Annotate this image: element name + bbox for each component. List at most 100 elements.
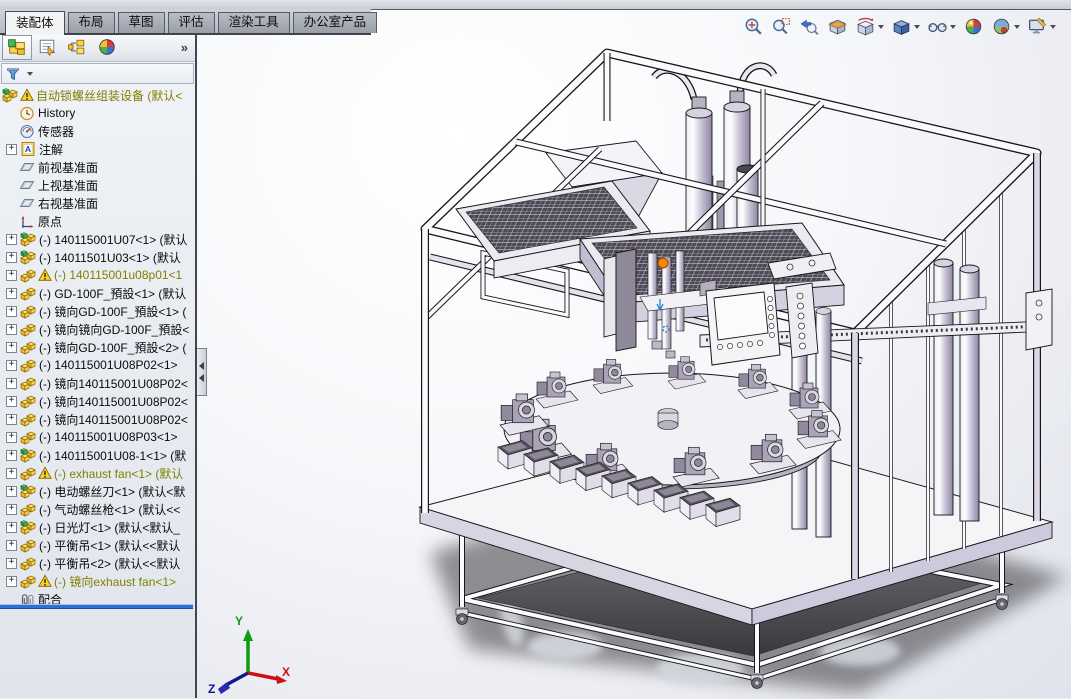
machine-3d-model[interactable] <box>197 10 1071 699</box>
tree-item-label: 自动锁螺丝组装设备 (默认< <box>36 87 182 104</box>
tree-item-comp-balancer-1[interactable]: + (-) 平衡吊<1> (默认<<默认 <box>0 536 195 554</box>
expand-icon[interactable]: + <box>6 432 17 443</box>
tab-office-products[interactable]: 办公室产品 <box>293 12 378 33</box>
asm-icon <box>20 321 36 337</box>
expand-icon[interactable]: + <box>6 522 17 533</box>
feature-tree: 自动锁螺丝组装设备 (默认< History 传感器+注解前视基准面上视基准面右视基… <box>0 84 195 608</box>
warning-icon <box>38 574 52 588</box>
expand-icon[interactable]: + <box>6 144 17 155</box>
dropdown-caret-icon[interactable] <box>950 25 956 29</box>
previous-view-button[interactable] <box>798 15 821 38</box>
edit-appearance-button[interactable] <box>962 15 985 38</box>
expand-icon[interactable]: + <box>6 234 17 245</box>
graphics-viewport[interactable]: Y X Z <box>197 9 1071 698</box>
tree-filter-bar[interactable] <box>1 63 194 84</box>
expand-icon[interactable]: + <box>6 324 17 335</box>
tree-item-top-plane[interactable]: 上视基准面 <box>0 176 195 194</box>
manager-tabs-overflow-button[interactable]: » <box>181 40 193 55</box>
tree-item-label: (-) 140115001U08-1<1> (默 <box>39 447 186 464</box>
tree-item-label: (-) 平衡吊<1> (默认<<默认 <box>39 537 180 554</box>
zoom-to-fit-button[interactable] <box>742 15 765 38</box>
tree-item-label: (-) 气动螺丝枪<1> (默认<< <box>39 501 180 518</box>
tree-item-comp-140115001u08p02[interactable]: +(-) 140115001U08P02<1> <box>0 356 195 374</box>
view-orientation-icon <box>855 16 876 37</box>
tab-assembly[interactable]: 装配体 <box>5 11 65 35</box>
tree-item-comp-fluorescent-lamp[interactable]: +(-) 日光灯<1> (默认<默认_ <box>0 518 195 536</box>
filter-caret-icon[interactable] <box>27 72 33 76</box>
tree-item-comp-140115001u08p03[interactable]: +(-) 140115001U08P03<1> <box>0 428 195 446</box>
tree-item-annotations[interactable]: +注解 <box>0 140 195 158</box>
expand-icon[interactable]: + <box>6 540 17 551</box>
expand-icon[interactable]: + <box>6 288 17 299</box>
expand-icon[interactable]: + <box>6 360 17 371</box>
dropdown-caret-icon[interactable] <box>1050 25 1056 29</box>
manager-tab-displaymanager[interactable] <box>92 35 122 60</box>
section-view-button[interactable] <box>826 15 849 38</box>
dropdown-caret-icon[interactable] <box>914 25 920 29</box>
tree-item-history[interactable]: History <box>0 104 195 122</box>
tree-item-label: History <box>38 106 75 120</box>
tree-item-comp-mirror-gd-100f-1[interactable]: +(-) 镜向GD-100F_預設<1> ( <box>0 302 195 320</box>
tree-item-comp-mirror-exhaust-fan[interactable]: + (-) 镜向exhaust fan<1> <box>0 572 195 590</box>
rollback-bar[interactable] <box>0 604 193 609</box>
view-orientation-button[interactable] <box>854 15 885 38</box>
tree-item-comp-gd-100f-1[interactable]: +(-) GD-100F_預設<1> (默认 <box>0 284 195 302</box>
expand-icon[interactable]: + <box>6 378 17 389</box>
hide-show-items-button[interactable] <box>926 15 957 38</box>
tab-sketch[interactable]: 草图 <box>118 12 165 33</box>
tab-layout[interactable]: 布局 <box>68 12 115 33</box>
view-settings-button[interactable] <box>1026 15 1057 38</box>
dropdown-caret-icon[interactable] <box>1014 25 1020 29</box>
display-style-button[interactable] <box>890 15 921 38</box>
propertymanager-icon <box>38 38 56 56</box>
expand-icon[interactable]: + <box>6 306 17 317</box>
tree-item-comp-140115001u07[interactable]: +(-) 140115001U07<1> (默认 <box>0 230 195 248</box>
expand-icon[interactable]: + <box>6 576 17 587</box>
manager-tab-featuremanager-tree[interactable] <box>2 35 32 60</box>
control-panel <box>700 280 818 365</box>
zoom-to-area-button[interactable] <box>770 15 793 38</box>
tab-render-tools[interactable]: 渲染工具 <box>218 12 290 33</box>
tab-evaluate[interactable]: 评估 <box>168 12 215 33</box>
tree-item-comp-140115001u08-1[interactable]: + (-) 140115001U08-1<1> (默 <box>0 446 195 464</box>
tree-item-label: (-) 镜向exhaust fan<1> <box>54 573 176 590</box>
tree-item-front-plane[interactable]: 前视基准面 <box>0 158 195 176</box>
expand-icon[interactable]: + <box>6 342 17 353</box>
tree-item-comp-mirror-mirror-gd-100f[interactable]: +(-) 镜向镜向GD-100F_預設< <box>0 320 195 338</box>
expand-icon[interactable]: + <box>6 486 17 497</box>
dropdown-caret-icon[interactable] <box>878 25 884 29</box>
tree-item-label: (-) 镜向GD-100F_預設<2> ( <box>39 339 186 356</box>
tree-item-comp-mirror-gd-100f-2[interactable]: + (-) 镜向GD-100F_預設<2> ( <box>0 338 195 356</box>
tree-item-right-plane[interactable]: 右视基准面 <box>0 194 195 212</box>
asm-g-icon <box>2 87 18 103</box>
tree-item-comp-mirror-u08p02-c[interactable]: +(-) 镜向140115001U08P02< <box>0 410 195 428</box>
expand-icon[interactable]: + <box>6 468 17 479</box>
tree-item-comp-mirror-u08p02-b[interactable]: +(-) 镜向140115001U08P02< <box>0 392 195 410</box>
triad-z-label: Z <box>208 682 215 696</box>
manager-tab-propertymanager[interactable] <box>32 35 62 60</box>
tree-item-sensors[interactable]: 传感器 <box>0 122 195 140</box>
expand-icon[interactable]: + <box>6 414 17 425</box>
panel-splitter[interactable] <box>197 348 207 396</box>
expand-icon[interactable]: + <box>6 450 17 461</box>
apply-scene-button[interactable] <box>990 15 1021 38</box>
expand-icon[interactable]: + <box>6 270 17 281</box>
tree-item-comp-exhaust-fan[interactable]: +(-) exhaust fan<1> (默认 <box>0 464 195 482</box>
assembly-origin-marker[interactable] <box>658 258 668 268</box>
tree-item-comp-140115001u08p01[interactable]: +(-) 140115001u08p01<1 <box>0 266 195 284</box>
manager-tab-configurationmanager[interactable] <box>62 35 92 60</box>
expand-icon[interactable]: + <box>6 504 17 515</box>
asm-g-icon <box>20 231 36 247</box>
tree-item-comp-14011501u03[interactable]: +(-) 14011501U03<1> (默认 <box>0 248 195 266</box>
tree-item-root[interactable]: 自动锁螺丝组装设备 (默认< <box>0 86 195 104</box>
plane-icon <box>19 159 35 175</box>
expand-icon[interactable]: + <box>6 558 17 569</box>
expand-icon[interactable]: + <box>6 396 17 407</box>
tree-item-label: 原点 <box>38 213 62 230</box>
tree-item-comp-mirror-u08p02-a[interactable]: +(-) 镜向140115001U08P02< <box>0 374 195 392</box>
tree-item-comp-balancer-2[interactable]: +(-) 平衡吊<2> (默认<<默认 <box>0 554 195 572</box>
expand-icon[interactable]: + <box>6 252 17 263</box>
tree-item-comp-pneumatic-screw-gun[interactable]: + (-) 气动螺丝枪<1> (默认<< <box>0 500 195 518</box>
tree-item-origin[interactable]: 原点 <box>0 212 195 230</box>
tree-item-comp-electric-screwdriver[interactable]: +(-) 电动螺丝刀<1> (默认<默 <box>0 482 195 500</box>
